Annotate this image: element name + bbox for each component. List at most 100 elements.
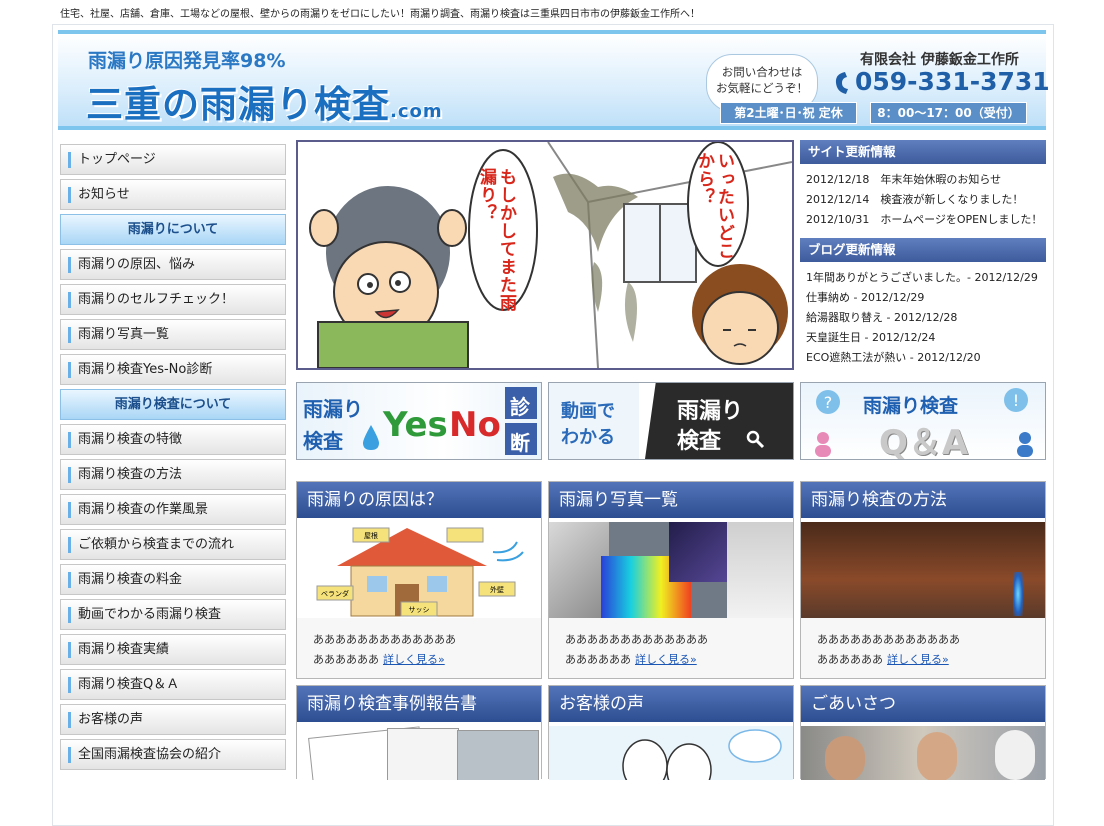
video-banner-label-3: 雨漏り (677, 399, 744, 424)
sidebar-item[interactable]: 雨漏りのセルフチェック！ (60, 284, 286, 315)
box-report: 雨漏り検査事例報告書 (296, 685, 542, 780)
water-drop-icon (363, 425, 379, 450)
sidebar-item[interactable]: ご依頼から検査までの流れ (60, 529, 286, 560)
blog-update-row[interactable]: 仕事納め - 2012/12/29 (800, 288, 1046, 308)
house-diagram-image: 屋根 ベランダ 外壁 サッシ (297, 522, 541, 618)
manga-illustration: もしかしてまた雨漏り？ いったいどこから？ (296, 140, 794, 370)
yesno-diagnosis-banner[interactable]: 雨漏り 検査 Yes No 診 断 (296, 382, 542, 460)
yes-label: Yes (383, 405, 448, 445)
blog-update-row[interactable]: 給湯器取り替え - 2012/12/28 (800, 308, 1046, 328)
staff-photo (801, 726, 1045, 780)
site-logo-title[interactable]: 三重の雨漏り検査.com (86, 74, 443, 128)
site-update-row[interactable]: 2012/12/18 年末年始休暇のお知らせ (800, 170, 1046, 190)
person-pink-icon (815, 432, 831, 457)
box-text-line: ああああああ (313, 653, 379, 666)
site-updates-panel: サイト更新情報 2012/12/18 年末年始休暇のお知らせ 2012/12/1… (800, 140, 1046, 230)
site-update-row[interactable]: 2012/12/14 検査液が新しくなりました！ (800, 190, 1046, 210)
staff-helmet (995, 730, 1035, 780)
house-label: ベランダ (321, 589, 349, 598)
read-more-link[interactable]: 詳しく見る» (383, 653, 445, 666)
bubble-line-2: お気軽にどうぞ！ (716, 81, 808, 95)
diagnosis-char-1: 診 (510, 395, 530, 419)
sidebar-section-heading: 雨漏り検査について (60, 389, 286, 420)
question-bubble-icon: ? (816, 390, 840, 414)
sidebar-item[interactable]: 動画でわかる雨漏り検査 (60, 599, 286, 630)
phone-number[interactable]: 059-331-3731 (855, 67, 1050, 96)
house-label: 外壁 (490, 585, 504, 594)
read-more-link[interactable]: 詳しく見る» (887, 653, 949, 666)
box-text-line: ああああああ (817, 653, 883, 666)
box-voices-title[interactable]: お客様の声 (549, 686, 793, 726)
sidebar-item[interactable]: 雨漏り検査の方法 (60, 459, 286, 490)
magnifier-icon (746, 430, 765, 449)
box-text-line: あああああああああああああ (565, 633, 708, 646)
sidebar-item[interactable]: 雨漏り検査Q＆Ａ (60, 669, 286, 700)
company-name: 有限会社 伊藤鈑金工作所 (860, 52, 1019, 68)
qa-banner-title: 雨漏り検査 (863, 395, 959, 417)
sidebar-item[interactable]: 雨漏り検査の料金 (60, 564, 286, 595)
sidebar-item[interactable]: 全国雨漏検査協会の紹介 (60, 739, 286, 770)
exclamation-bubble-icon: ! (1004, 388, 1028, 412)
yesno-banner-label-1: 雨漏り (303, 397, 363, 421)
blog-update-row[interactable]: 天皇誕生日 - 2012/12/24 (800, 328, 1046, 348)
site-update-row[interactable]: 2012/10/31 ホームページをOPENしました！ (800, 210, 1046, 230)
box-method-text: あああああああああああああ ああああああ 詳しく見る» (801, 618, 1045, 670)
box-photos: 雨漏り写真一覧 あああああああああああああ ああああああ 詳しく見る» (548, 481, 794, 679)
site-title-suffix: .com (390, 101, 443, 122)
blog-update-row[interactable]: 1年間ありがとうございました。- 2012/12/29 (800, 268, 1046, 288)
sidebar-item[interactable]: お知らせ (60, 179, 286, 210)
site-title-text: 三重の雨漏り検査 (86, 83, 390, 126)
sidebar-item[interactable]: 雨漏り検査実績 (60, 634, 286, 665)
box-text-line: あああああああああああああ (817, 633, 960, 646)
customer-voice-image (549, 726, 793, 780)
blog-updates-panel: ブログ更新情報 1年間ありがとうございました。- 2012/12/29 仕事納め… (800, 238, 1046, 368)
box-photos-title[interactable]: 雨漏り写真一覧 (549, 482, 793, 522)
sidebar-item[interactable]: 雨漏り写真一覧 (60, 319, 286, 350)
box-photos-text: あああああああああああああ ああああああ 詳しく見る» (549, 618, 793, 670)
staff-face (825, 736, 865, 780)
sidebar-item[interactable]: 雨漏り検査の作業風景 (60, 494, 286, 525)
read-more-link[interactable]: 詳しく見る» (635, 653, 697, 666)
sidebar-nav: トップページ お知らせ雨漏りについて 雨漏りの原因、悩み 雨漏りのセルフチェック！ 雨漏… (60, 144, 286, 774)
yesno-banner-label-2: 検査 (303, 429, 343, 453)
report-page (387, 728, 459, 780)
sidebar-item[interactable]: トップページ (60, 144, 286, 175)
business-hours-badge: 8：00〜17：00（受付） (870, 102, 1027, 124)
closed-days-badge: 第2土曜･日･祝 定休 (720, 102, 857, 124)
leak-photo-collage (549, 522, 793, 618)
video-banner-label-2: わかる (561, 427, 615, 448)
box-greeting-title[interactable]: ごあいさつ (801, 686, 1045, 726)
customers-illustration (622, 729, 782, 780)
photo-tile (727, 522, 793, 618)
site-tagline: 住宅、社屋、店舗、倉庫、工場などの屋根、壁からの雨漏りをゼロにしたい！雨漏り調査… (60, 9, 700, 20)
bubble-line-1: お問い合わせは (721, 65, 803, 79)
house-label: 屋根 (364, 531, 378, 540)
diagnosis-char-2: 断 (510, 431, 530, 455)
person-blue-icon (1017, 432, 1033, 457)
site-header: 雨漏り原因発見率98% 三重の雨漏り検査.com お問い合わせは お気軽にどうぞ… (58, 30, 1050, 130)
box-cause-title[interactable]: 雨漏りの原因は？ (297, 482, 541, 522)
box-voices: お客様の声 (548, 685, 794, 780)
sidebar-item[interactable]: お客様の声 (60, 704, 286, 735)
video-banner-label-1: 動画で (561, 401, 615, 422)
report-page (457, 730, 539, 780)
qa-banner[interactable]: ? ! 雨漏り検査 Q＆A (800, 382, 1046, 460)
box-text-line: ああああああ (565, 653, 631, 666)
sidebar-section-heading: 雨漏りについて (60, 214, 286, 245)
box-report-title[interactable]: 雨漏り検査事例報告書 (297, 686, 541, 726)
blog-updates-title: ブログ更新情報 (800, 238, 1046, 262)
sidebar-item[interactable]: 雨漏り検査Yes-No診断 (60, 354, 286, 385)
site-updates-title: サイト更新情報 (800, 140, 1046, 164)
box-cause-text: あああああああああああああ ああああああ 詳しく見る» (297, 618, 541, 670)
staff-face (917, 732, 957, 780)
qa-banner-main: Q＆A (879, 423, 969, 460)
svg-text:!: ! (1013, 391, 1019, 410)
blog-update-row[interactable]: ECO遮熱工法が熱い - 2012/12/20 (800, 348, 1046, 368)
box-method-title[interactable]: 雨漏り検査の方法 (801, 482, 1045, 522)
inspection-method-photo (801, 522, 1045, 618)
speech-bubble-boy: もしかしてまた雨漏り？ (476, 168, 516, 312)
sidebar-item[interactable]: 雨漏りの原因、悩み (60, 249, 286, 280)
house-diagram-graphic: 屋根 ベランダ 外壁 サッシ (316, 527, 524, 617)
sidebar-item[interactable]: 雨漏り検査の特徴 (60, 424, 286, 455)
video-inspection-banner[interactable]: 動画で わかる 雨漏り 検査 (548, 382, 794, 460)
